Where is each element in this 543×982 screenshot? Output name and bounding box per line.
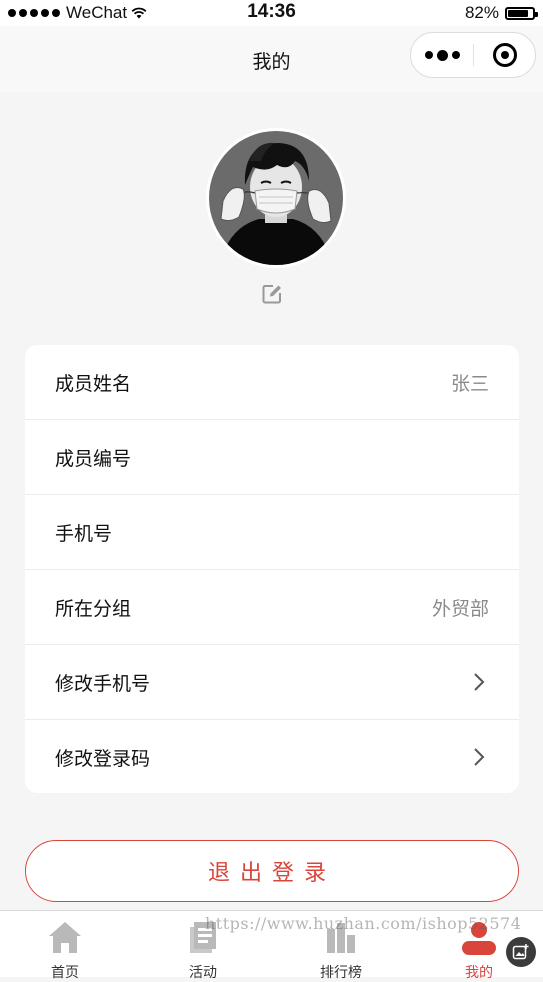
nav-bar: 我的 [0, 26, 543, 92]
info-row-label: 修改登录码 [55, 748, 151, 770]
add-image-icon [512, 944, 529, 960]
user-avatar-photo [209, 131, 343, 265]
info-row[interactable]: 修改登录码 [25, 720, 519, 793]
info-row: 手机号 [25, 495, 519, 570]
tab-label: 排行榜 [320, 965, 362, 981]
watermark: https://www.huzhan.com/ishop52574 [205, 914, 522, 933]
chevron-right-icon [474, 673, 485, 691]
info-row-label: 所在分组 [55, 597, 132, 620]
info-row-value: 外贸部 [431, 597, 489, 620]
tab-label: 首页 [51, 965, 79, 981]
info-row-value: 张三 [450, 372, 489, 395]
info-row: 成员编号 [25, 420, 519, 495]
close-mini-program-button[interactable] [474, 43, 535, 67]
status-right: 82% [464, 3, 538, 23]
info-row[interactable]: 修改手机号 [25, 645, 519, 720]
battery-icon [505, 6, 538, 20]
chevron-right-icon [474, 748, 485, 766]
mini-program-capsule [410, 32, 536, 78]
tab-home[interactable]: 首页 [5, 911, 125, 981]
target-icon [492, 43, 517, 67]
floating-image-button[interactable] [506, 937, 536, 967]
info-row: 成员姓名 张三 [25, 345, 519, 420]
status-time: 14:36 [247, 1, 296, 22]
logout-button[interactable]: 退出登录 [25, 840, 519, 902]
info-row-label: 成员姓名 [55, 372, 132, 395]
member-info-card: 成员姓名 张三成员编号手机号所在分组 外贸部修改手机号修改登录码 [25, 345, 519, 793]
edit-icon[interactable] [261, 283, 283, 305]
more-icon[interactable] [411, 49, 473, 61]
battery-fill [508, 9, 528, 17]
avatar[interactable] [206, 128, 346, 268]
info-row-label: 手机号 [55, 522, 113, 545]
battery-percent: 82% [464, 3, 499, 22]
info-row: 所在分组 外贸部 [25, 570, 519, 645]
home-icon [49, 922, 81, 953]
tab-label: 活动 [189, 965, 217, 981]
status-bar: WeChat 14:36 82% [0, 0, 543, 26]
info-row-label: 修改手机号 [55, 672, 151, 695]
info-row-label: 成员编号 [55, 447, 132, 470]
